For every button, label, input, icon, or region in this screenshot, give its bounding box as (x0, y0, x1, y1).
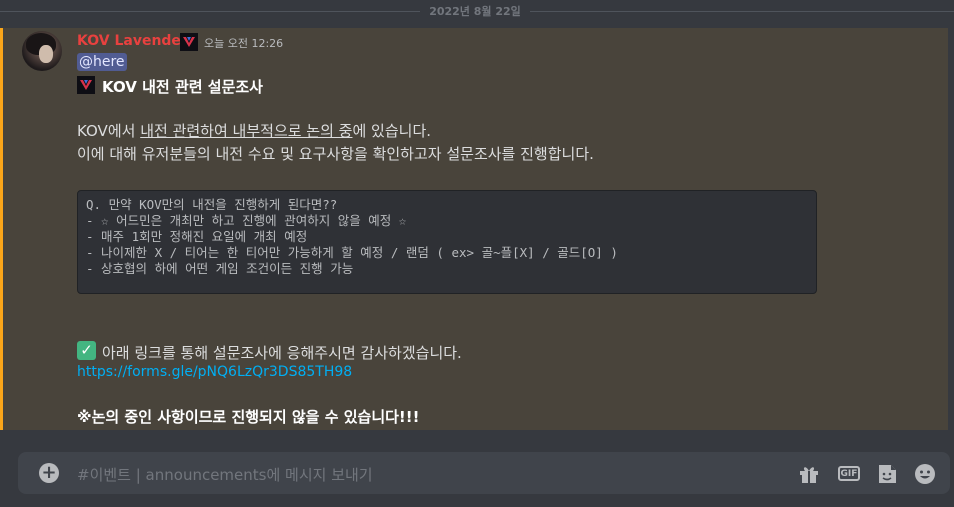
message-title: KOV 내전 관련 설문조사 (102, 78, 263, 96)
message-composer[interactable]: + #이벤트 | announcements에 메시지 보내기 GIF (18, 452, 950, 494)
code-line: - 상호협의 하에 어떤 게임 조건이든 진행 가능 (86, 261, 354, 276)
gift-icon[interactable] (797, 462, 821, 486)
code-block[interactable]: Q. 만약 KOV만의 내전을 진행하게 된다면?? - ☆ 어드민은 개최만 … (77, 190, 817, 294)
message-input[interactable]: #이벤트 | announcements에 메시지 보내기 (77, 464, 373, 485)
date-divider-label: 2022년 8월 22일 (429, 5, 521, 18)
author-username[interactable]: KOV Lavender (77, 33, 188, 49)
avatar[interactable] (22, 31, 62, 71)
gif-icon[interactable]: GIF (836, 462, 860, 486)
survey-link[interactable]: https://forms.gle/pNQ6LzQr3DS85TH98 (77, 364, 352, 380)
cta-text: 아래 링크를 통해 설문조사에 응해주시면 감사하겠습니다. (102, 344, 462, 362)
gif-label: GIF (838, 466, 860, 481)
code-line: - 매주 1회만 정해진 요일에 개최 예정 (86, 229, 308, 244)
here-mention[interactable]: @here (77, 53, 127, 71)
check-mark-icon: ✓ (77, 341, 96, 360)
date-divider: 2022년 8월 22일 (0, 0, 954, 24)
body-line-1: KOV에서 내전 관련하여 내부적으로 논의 중에 있습니다. (77, 120, 431, 141)
body-line-1-pre: KOV에서 (77, 122, 141, 140)
message-timestamp[interactable]: 오늘 오전 12:26 (204, 35, 283, 51)
plus-icon[interactable]: + (39, 463, 59, 483)
divider-line-left (0, 11, 420, 12)
divider-line-right (530, 11, 954, 12)
sticker-icon[interactable] (875, 462, 899, 486)
code-line: - 나이제한 X / 티어는 한 티어만 가능하게 할 예정 / 랜덤 ( ex… (86, 245, 618, 260)
kov-role-icon (180, 33, 198, 51)
avatar-face (39, 45, 53, 63)
body-line-2: 이에 대해 유저분들의 내전 수요 및 요구사항을 확인하고자 설문조사를 진행… (77, 145, 594, 163)
code-line: Q. 만약 KOV만의 내전을 진행하게 된다면?? (86, 197, 338, 212)
body-line-1-underlined: 내전 관련하여 내부적으로 논의 중 (140, 122, 353, 140)
kov-role-icon (77, 76, 95, 94)
emoji-icon[interactable] (913, 462, 937, 486)
code-line: - ☆ 어드민은 개최만 하고 진행에 관여하지 않을 예정 ☆ (86, 213, 407, 228)
warning-text: ※논의 중인 사항이므로 진행되지 않을 수 있습니다!!! (77, 408, 420, 426)
body-line-1-post: 에 있습니다. (352, 122, 432, 140)
